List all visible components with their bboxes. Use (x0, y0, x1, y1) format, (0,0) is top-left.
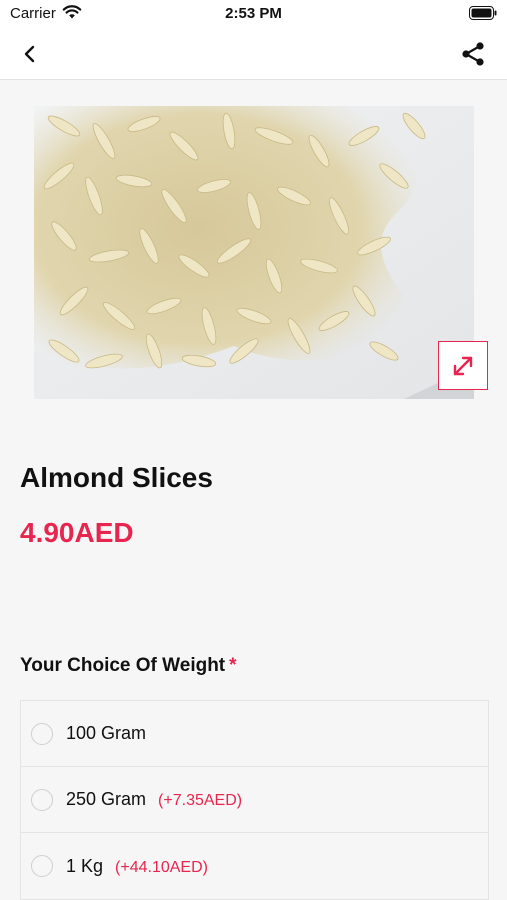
chevron-left-icon (24, 45, 35, 63)
product-image (34, 106, 474, 399)
back-button[interactable] (14, 40, 46, 68)
weight-option-100-gram[interactable]: 100 Gram (21, 701, 488, 767)
weight-option-price-extra: (+7.35AED) (158, 792, 243, 809)
navigation-bar (0, 28, 507, 80)
weight-option-name: 1 Kg (66, 855, 104, 876)
status-time: 2:53 PM (225, 5, 282, 22)
weight-section-title: Your Choice Of Weight (20, 655, 226, 676)
radio-button[interactable] (31, 855, 53, 877)
weight-option-price-extra: (+44.10AED) (115, 858, 208, 876)
weight-option-name: 100 Gram (66, 723, 147, 743)
weight-option-label: 100 Gram (66, 723, 146, 744)
weight-option-name: 250 Gram (66, 789, 147, 809)
radio-button[interactable] (31, 789, 53, 811)
weight-option-label: 250 Gram (+7.35AED) (66, 789, 242, 810)
expand-icon (453, 356, 473, 375)
product-price: 4.90AED (20, 517, 134, 548)
weight-section-label: Your Choice Of Weight * (20, 655, 237, 677)
product-title: Almond Slices (20, 462, 213, 493)
weight-options-list: 100 Gram 250 Gram (+7.35AED) 1 Kg (+44.10A… (20, 700, 489, 900)
weight-option-250-gram[interactable]: 250 Gram (+7.35AED) (21, 767, 488, 833)
almond-slices-photo (34, 106, 474, 399)
weight-option-label: 1 Kg (+44.10AED) (66, 856, 208, 877)
required-marker: * (229, 655, 237, 676)
radio-button[interactable] (31, 723, 53, 745)
weight-option-1-kg[interactable]: 1 Kg (+44.10AED) (21, 833, 488, 899)
share-button[interactable] (457, 38, 489, 70)
status-bar: Carrier 2:53 PM (0, 0, 507, 28)
expand-image-button[interactable] (438, 341, 488, 390)
share-icon (462, 42, 484, 66)
battery-icon (469, 6, 497, 25)
